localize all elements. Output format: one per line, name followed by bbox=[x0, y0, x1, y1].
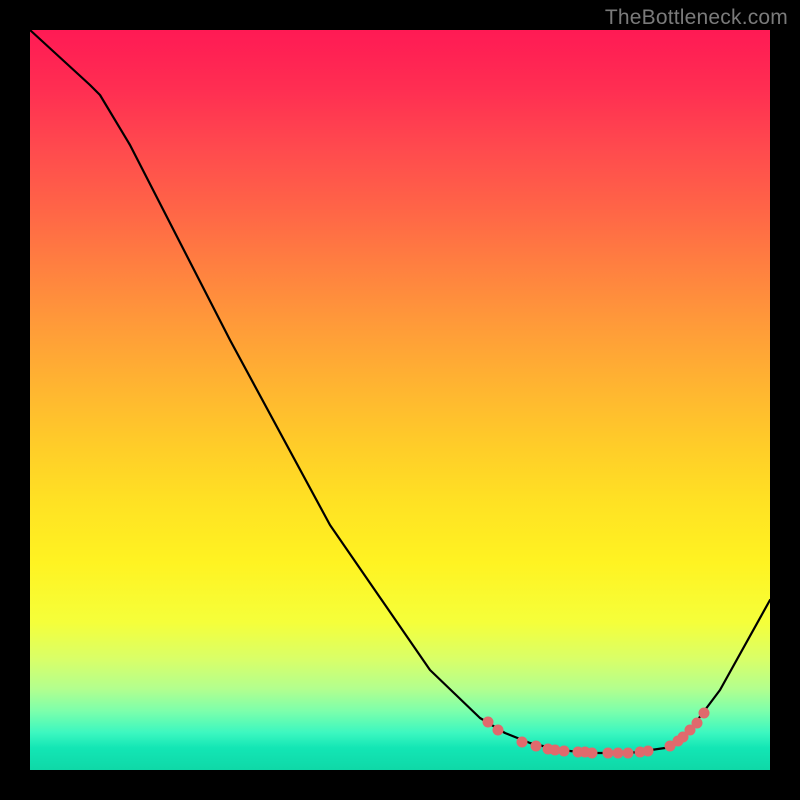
data-marker bbox=[643, 746, 654, 757]
data-marker bbox=[493, 725, 504, 736]
bottleneck-curve bbox=[30, 30, 770, 753]
data-marker bbox=[623, 748, 634, 759]
plot-area bbox=[30, 30, 770, 770]
data-marker bbox=[531, 741, 542, 752]
data-marker bbox=[603, 748, 614, 759]
data-marker bbox=[559, 746, 570, 757]
data-marker bbox=[587, 748, 598, 759]
attribution-text: TheBottleneck.com bbox=[605, 6, 788, 30]
data-marker bbox=[483, 717, 494, 728]
marker-group bbox=[483, 708, 710, 759]
chart-svg bbox=[30, 30, 770, 770]
chart-frame: TheBottleneck.com bbox=[0, 0, 800, 800]
data-marker bbox=[692, 718, 703, 729]
data-marker bbox=[517, 737, 528, 748]
data-marker bbox=[699, 708, 710, 719]
data-marker bbox=[613, 748, 624, 759]
